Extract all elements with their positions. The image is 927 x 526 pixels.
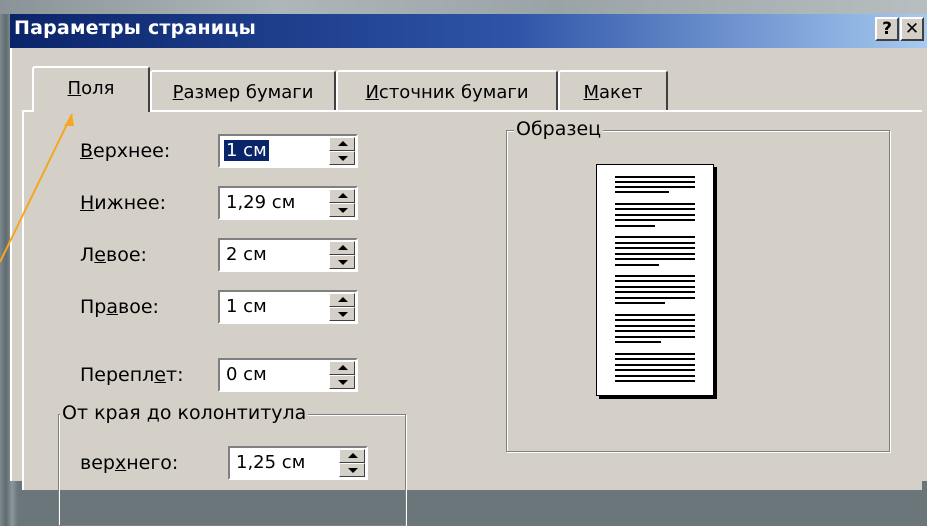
spin-up-button[interactable]: [329, 137, 355, 151]
spin-down-button[interactable]: [329, 307, 355, 321]
text-line: [615, 330, 695, 332]
text-line: [615, 369, 695, 371]
arrow-up-icon: [348, 453, 358, 458]
text-line: [615, 176, 695, 178]
arrow-up-icon: [338, 365, 348, 370]
preview-page: [596, 164, 714, 396]
text-line: [615, 191, 669, 193]
spin-down-button[interactable]: [329, 255, 355, 269]
right-margin-label: Правое:: [80, 296, 159, 318]
spin-up-button[interactable]: [329, 293, 355, 307]
header-distance-value[interactable]: 1,25 см: [234, 452, 307, 473]
text-line: [615, 247, 695, 249]
spin-down-button[interactable]: [329, 151, 355, 165]
text-line: [615, 253, 695, 255]
tab-paper-source[interactable]: Источник бумаги: [336, 70, 558, 110]
help-button[interactable]: ?: [875, 17, 899, 41]
text-line: [615, 341, 661, 343]
gutter-label: Переплет:: [80, 364, 184, 386]
text-line: [615, 286, 695, 288]
left-margin-value[interactable]: 2 см: [224, 244, 269, 265]
text-line: [615, 364, 695, 366]
arrow-down-icon: [338, 156, 348, 161]
left-margin-spinner[interactable]: 2 см: [218, 238, 358, 272]
text-line: [615, 375, 695, 377]
spin-up-button[interactable]: [329, 189, 355, 203]
header-distance-spinner[interactable]: 1,25 см: [228, 446, 368, 480]
spin-down-button[interactable]: [339, 463, 365, 477]
text-line: [615, 275, 695, 277]
text-line: [615, 280, 695, 282]
text-line: [615, 358, 695, 360]
text-line: [615, 258, 695, 260]
tab-label: Размер бумаги: [172, 82, 314, 103]
spin-down-button[interactable]: [329, 203, 355, 217]
title-bar[interactable]: Параметры страницы ? ✕: [10, 14, 927, 48]
header-footer-group-title: От края до колонтитула: [60, 402, 309, 424]
tab-label: Источник бумаги: [365, 82, 529, 103]
page-setup-dialog: Поля Размер бумаги Источник бумаги Макет…: [10, 48, 927, 526]
text-line: [615, 291, 695, 293]
text-line: [615, 242, 695, 244]
desktop-background: [0, 0, 927, 14]
spin-up-button[interactable]: [339, 449, 365, 463]
text-line: [615, 297, 695, 299]
top-margin-spinner[interactable]: 1 см: [218, 134, 358, 168]
tab-label: Макет: [583, 82, 643, 103]
arrow-up-icon: [338, 193, 348, 198]
right-margin-value[interactable]: 1 см: [224, 296, 269, 317]
gutter-spinner[interactable]: 0 см: [218, 358, 358, 392]
text-line: [615, 236, 695, 238]
left-margin-label: Левое:: [80, 244, 147, 266]
close-button[interactable]: ✕: [900, 17, 924, 41]
tab-paper-size[interactable]: Размер бумаги: [150, 70, 336, 110]
arrow-up-icon: [338, 245, 348, 250]
spin-up-button[interactable]: [329, 361, 355, 375]
text-line: [615, 219, 695, 221]
arrow-down-icon: [338, 380, 348, 385]
text-line: [615, 208, 695, 210]
tab-label: Поля: [67, 78, 115, 99]
arrow-down-icon: [348, 468, 358, 473]
window-title: Параметры страницы: [14, 17, 256, 39]
text-line: [615, 380, 695, 382]
text-line: [615, 186, 695, 188]
bottom-margin-value[interactable]: 1,29 см: [224, 192, 297, 213]
arrow-down-icon: [338, 312, 348, 317]
text-line: [615, 214, 695, 216]
text-line: [615, 336, 695, 338]
top-margin-label: Верхнее:: [80, 140, 171, 162]
arrow-up-icon: [338, 297, 348, 302]
bottom-margin-spinner[interactable]: 1,29 см: [218, 186, 358, 220]
text-line: [615, 181, 695, 183]
text-line: [615, 302, 665, 304]
spin-up-button[interactable]: [329, 241, 355, 255]
arrow-down-icon: [338, 208, 348, 213]
text-line: [615, 314, 695, 316]
top-margin-value[interactable]: 1 см: [224, 140, 269, 161]
text-line: [615, 264, 659, 266]
tab-page-margins: Верхнее: 1 см Нижнее: 1,29 см Левое: 2 с…: [22, 110, 922, 526]
right-margin-spinner[interactable]: 1 см: [218, 290, 358, 324]
text-line: [615, 225, 655, 227]
header-distance-label: верхнего:: [80, 452, 179, 474]
arrow-up-icon: [338, 141, 348, 146]
arrow-down-icon: [338, 260, 348, 265]
text-line: [615, 353, 695, 355]
text-line: [615, 203, 695, 205]
preview-group-title: Образец: [514, 118, 604, 140]
tab-margins[interactable]: Поля: [32, 66, 150, 112]
bottom-margin-label: Нижнее:: [80, 192, 166, 214]
gutter-value[interactable]: 0 см: [224, 364, 269, 385]
text-line: [615, 325, 695, 327]
spin-down-button[interactable]: [329, 375, 355, 389]
text-line: [615, 319, 695, 321]
tab-layout[interactable]: Макет: [558, 70, 668, 110]
